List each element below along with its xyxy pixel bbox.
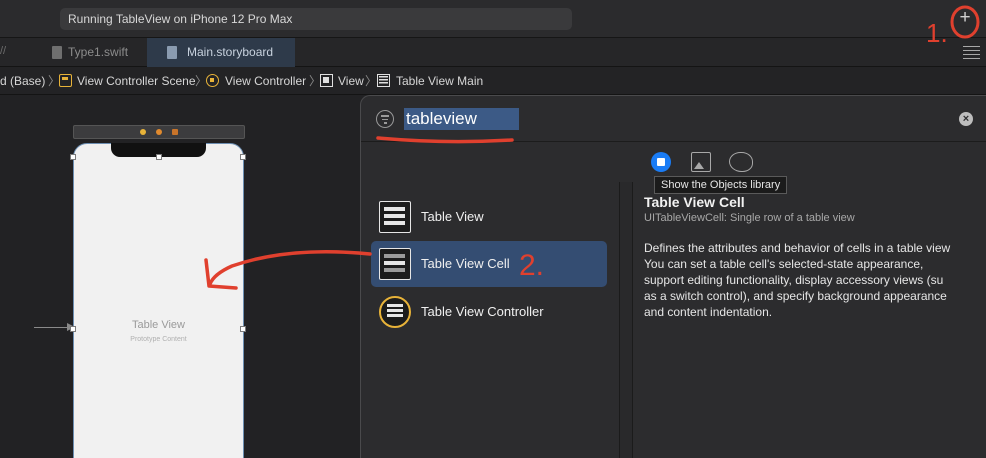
- detail-title: Table View Cell: [644, 194, 745, 210]
- resize-handle[interactable]: [156, 154, 162, 160]
- view-controller-icon: [206, 74, 219, 87]
- library-search-bar: ×: [361, 96, 986, 142]
- first-responder-icon[interactable]: [156, 129, 162, 135]
- scene-dock[interactable]: [73, 125, 245, 139]
- split-view-divider[interactable]: [619, 182, 633, 458]
- detail-description: Defines the attributes and behavior of c…: [644, 241, 951, 319]
- resize-handle[interactable]: [70, 154, 76, 160]
- tab-label: Main.storyboard: [187, 45, 274, 59]
- tab-main-storyboard[interactable]: Main.storyboard: [147, 38, 295, 67]
- library-item-detail: Table View Cell UITableViewCell: Single …: [644, 194, 986, 458]
- jump-bar-item-view-controller[interactable]: View Controller: [225, 74, 306, 88]
- view-icon: [320, 74, 333, 87]
- editor-tab-bar: // Type1.swift Main.storyboard: [0, 38, 986, 67]
- filter-icon[interactable]: [376, 110, 394, 128]
- storyboard-file-icon: [167, 46, 177, 59]
- library-item-table-view-cell[interactable]: Table View Cell: [371, 241, 607, 287]
- tab-fragment: //: [0, 45, 7, 57]
- objects-library-icon[interactable]: [651, 152, 671, 172]
- table-view-icon: [377, 74, 390, 87]
- editor-options-icon[interactable]: [963, 46, 980, 59]
- library-plus-button[interactable]: +: [956, 8, 974, 27]
- jump-bar-item-view[interactable]: View: [338, 74, 364, 88]
- object-library-panel: × Show the Objects library Table View Ta…: [360, 95, 986, 458]
- objects-library-tooltip: Show the Objects library: [654, 176, 788, 194]
- table-view-placeholder-subtitle: Prototype Content: [130, 336, 187, 343]
- tab-type1-swift[interactable]: Type1.swift: [46, 38, 146, 67]
- jump-bar-item-scene[interactable]: View Controller Scene: [77, 74, 196, 88]
- table-view-controller-icon: [379, 296, 411, 328]
- media-library-icon[interactable]: [691, 152, 711, 172]
- swift-file-icon: [52, 46, 62, 59]
- library-item-list: Table View Table View Cell Table View Co…: [361, 194, 619, 458]
- resize-handle[interactable]: [240, 154, 246, 160]
- library-item-table-view[interactable]: Table View: [371, 194, 607, 240]
- jump-bar-item-table-view-main[interactable]: Table View Main: [396, 74, 483, 88]
- chevron-right-icon: 〉: [365, 74, 378, 88]
- scene-icon: [59, 74, 72, 87]
- exit-icon[interactable]: [172, 129, 178, 135]
- library-item-label: Table View: [421, 209, 484, 224]
- table-view-icon: [379, 201, 411, 233]
- detail-class-summary: UITableViewCell: Single row of a table v…: [644, 212, 855, 224]
- clear-search-button[interactable]: ×: [959, 112, 973, 126]
- tab-label: Type1.swift: [68, 45, 129, 59]
- table-view-cell-icon: [379, 248, 411, 280]
- jump-bar: d (Base) 〉 View Controller Scene 〉 View …: [0, 67, 986, 95]
- activity-status: Running TableView on iPhone 12 Pro Max: [60, 8, 572, 30]
- library-item-table-view-controller[interactable]: Table View Controller: [371, 289, 607, 335]
- table-view-placeholder-title: Table View: [132, 319, 185, 331]
- jump-bar-item-base[interactable]: d (Base): [0, 74, 45, 88]
- color-library-icon[interactable]: [729, 152, 753, 172]
- iphone-scene[interactable]: Table View Prototype Content: [70, 143, 246, 458]
- library-item-label: Table View Controller: [421, 304, 544, 319]
- entry-point-arrow: [34, 323, 75, 331]
- toolbar: Running TableView on iPhone 12 Pro Max +: [0, 0, 986, 38]
- library-item-label: Table View Cell: [421, 256, 510, 271]
- library-search-input[interactable]: [404, 108, 519, 130]
- view-controller-icon[interactable]: [140, 129, 146, 135]
